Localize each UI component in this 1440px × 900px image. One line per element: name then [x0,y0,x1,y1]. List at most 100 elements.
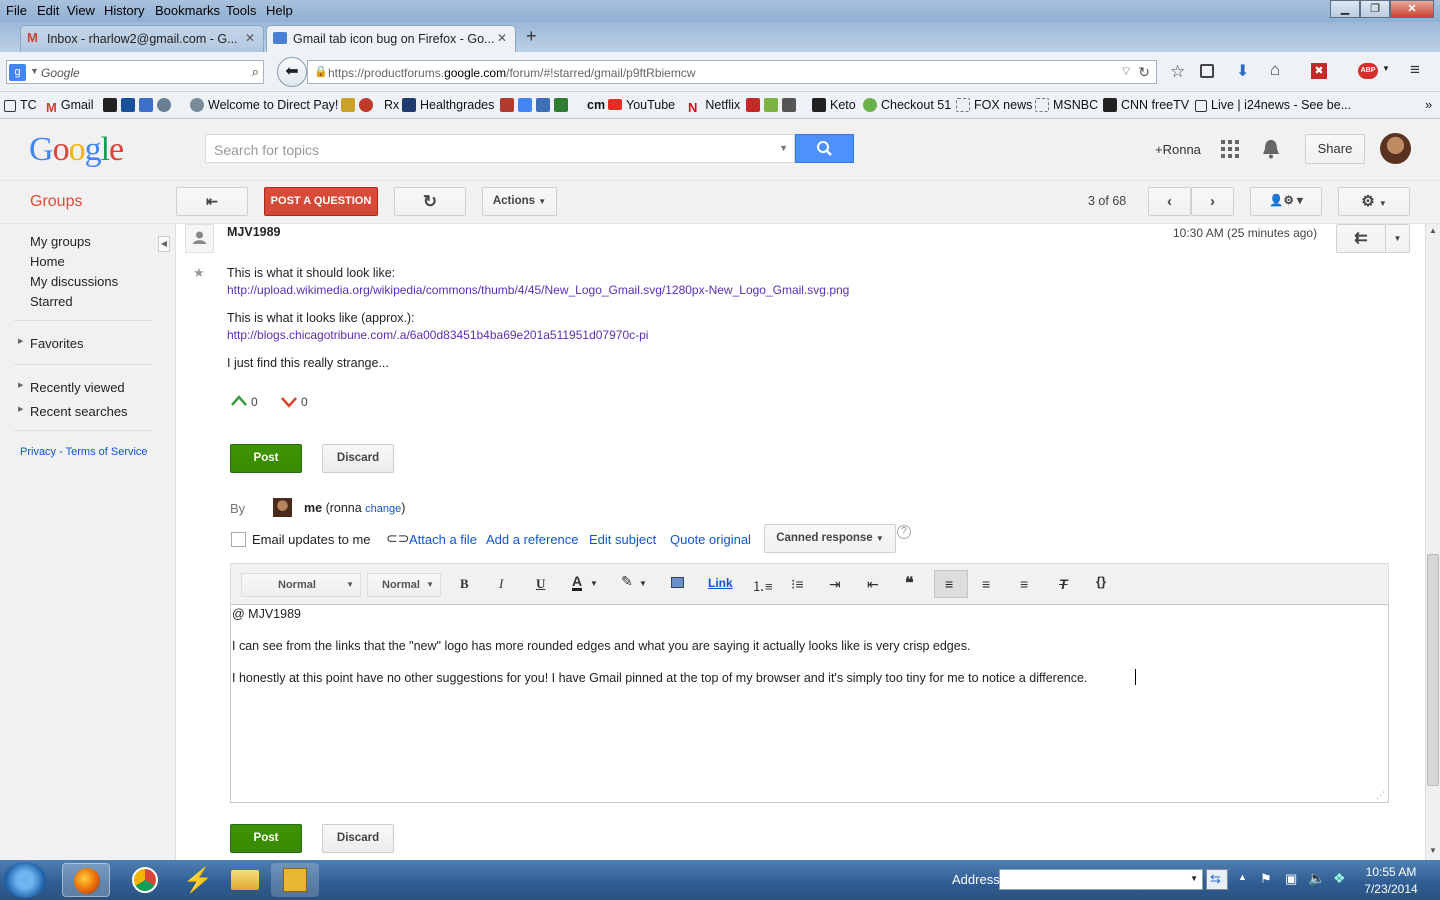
bookmark-icon[interactable] [359,98,373,112]
scroll-down-icon[interactable]: ▼ [1429,846,1437,855]
align-left-button[interactable]: ≡ [934,570,968,598]
insert-image-icon[interactable] [671,577,684,588]
bookmark-netflix[interactable]: N Netflix [688,98,740,115]
bookmark-icon[interactable] [782,98,796,112]
quote-icon[interactable]: ❝ [905,573,914,593]
bookmark-icon[interactable] [764,98,778,112]
bookmark-icon[interactable] [536,98,550,112]
menu-tools[interactable]: Tools [226,3,256,18]
next-topic-button[interactable]: › [1191,187,1234,216]
taskbar-chrome[interactable] [121,863,169,897]
url-bar[interactable]: 🔒 https://productforums.google.com/forum… [307,60,1157,84]
post-author[interactable]: MJV1989 [227,225,281,239]
downvote-button[interactable] [281,396,297,411]
taskbar-app-2[interactable] [271,863,319,897]
add-reference-link[interactable]: Add a reference [486,532,579,547]
apps-grid-icon[interactable] [1221,140,1239,161]
bookmark-rx[interactable]: Rx [384,98,399,112]
magnifier-icon[interactable]: ⌕ [252,64,259,80]
align-right-icon[interactable]: ≡ [1020,576,1028,592]
dropdown-arrow-icon[interactable]: ▽ [1122,66,1130,77]
volume-icon[interactable]: 🔈 [1308,870,1325,887]
new-tab-button[interactable]: + [526,26,537,47]
attach-file-link[interactable]: Attach a file [409,532,477,547]
action-center-icon[interactable]: ⚑ [1260,871,1272,887]
tab-gmail-bug[interactable]: Gmail tab icon bug on Firefox - Go... ✕ [266,25,516,52]
canned-response-button[interactable]: Canned response ▼ [764,524,896,553]
share-button[interactable]: Share [1305,134,1365,164]
chevron-down-icon[interactable]: ▼ [590,579,598,588]
reload-icon[interactable]: ↻ [1138,64,1150,81]
bookmark-keto[interactable]: Keto [812,98,856,112]
vertical-scrollbar[interactable]: ▲ ▼ [1425,224,1440,860]
star-icon[interactable]: ★ [193,265,205,281]
actions-menu-button[interactable]: Actions ▼ [482,187,557,216]
reply-editor[interactable]: @ MJV1989 I can see from the links that … [230,604,1389,803]
search-engine-field[interactable]: g ▼ Google ⌕ [6,60,264,84]
post-link-2[interactable]: http://blogs.chicagotribune.com/.a/6a00d… [227,328,648,342]
twc-icon[interactable] [121,98,135,112]
adblock-icon[interactable]: ABP [1358,63,1378,79]
taskbar-firefox[interactable] [62,863,110,897]
bookmark-direct-pay[interactable]: Welcome to Direct Pay! [190,98,338,112]
menu-view[interactable]: View [67,3,95,18]
bookmark-msnbc[interactable]: MSNBC [1035,98,1098,112]
sidebar-item-home[interactable]: Home [30,254,65,269]
tray-expand-icon[interactable]: ▲ [1238,872,1247,882]
bookmark-fox[interactable]: FOX news [956,98,1032,112]
bookmark-gmail[interactable]: M Gmail [46,98,94,115]
privacy-terms-link[interactable]: Privacy - Terms of Service [20,446,148,458]
bookmark-cm[interactable]: cm [587,98,605,112]
addon-icon[interactable]: ✖ [1311,63,1327,79]
menu-edit[interactable]: Edit [37,3,59,18]
bookmark-icon[interactable] [500,98,514,112]
wsj-icon[interactable] [103,98,117,112]
home-icon[interactable]: ⌂ [1270,60,1280,80]
hamburger-menu-icon[interactable]: ≡ [1410,60,1420,80]
menu-file[interactable]: File [6,3,27,18]
change-identity-link[interactable]: change [365,503,401,515]
post-button-top[interactable]: Post [230,444,302,473]
email-updates-checkbox[interactable] [231,532,246,547]
discard-button-bottom[interactable]: Discard [322,824,394,853]
bookmark-cnn[interactable]: CNN freeTV [1103,98,1189,112]
quote-original-link[interactable]: Quote original [670,532,751,547]
help-icon[interactable]: ? [897,525,911,539]
globe-icon[interactable] [157,98,171,112]
highlight-color-icon[interactable]: ✎ [621,573,633,590]
avatar[interactable] [1380,133,1411,164]
sidebar-item-favorites[interactable]: Favorites [30,336,83,351]
search-button[interactable] [795,134,854,163]
taskbar-app[interactable]: ⚡ [171,863,219,897]
reply-all-button[interactable]: ⇇ [1336,224,1386,253]
post-button-bottom[interactable]: Post [230,824,302,853]
chevron-down-icon[interactable]: ▼ [639,579,647,588]
settings-button[interactable]: ⚙ ▼ [1338,187,1410,216]
clock-date[interactable]: 7/23/2014 [1360,882,1422,896]
download-icon[interactable]: ⬇ [1236,61,1249,81]
text-color-button[interactable]: A [572,574,583,591]
indent-less-icon[interactable]: ⇥ [829,576,841,593]
bookmark-icon[interactable] [518,98,532,112]
align-center-icon[interactable]: ≡ [982,576,990,592]
scroll-up-icon[interactable]: ▲ [1429,226,1437,235]
back-to-topics-button[interactable]: ⇤ [176,187,248,216]
bookmark-icon[interactable] [554,98,568,112]
news-icon[interactable] [139,98,153,112]
italic-button[interactable]: I [499,576,503,592]
close-window-button[interactable]: ✕ [1390,0,1434,18]
notifications-bell-icon[interactable] [1262,139,1280,162]
topic-search-input[interactable]: Search for topics ▼ [205,134,795,163]
discard-button-top[interactable]: Discard [322,444,394,473]
member-settings-button[interactable]: 👤⚙ ▾ [1250,187,1322,216]
groups-title[interactable]: Groups [30,193,82,211]
insert-link-button[interactable]: Link [708,576,733,590]
numbered-list-icon[interactable]: ⒈≡ [752,576,773,595]
sidebar-item-recent-searches[interactable]: Recent searches [30,404,128,419]
more-reply-options-button[interactable]: ▼ [1386,224,1410,253]
taskbar-explorer[interactable] [221,863,269,897]
close-tab-icon[interactable]: ✕ [245,31,255,45]
bookmark-i24news[interactable]: Live | i24news - See be... [1195,98,1351,112]
sidebar-item-my-discussions[interactable]: My discussions [30,274,118,289]
go-button[interactable]: ⇆ [1206,869,1228,890]
